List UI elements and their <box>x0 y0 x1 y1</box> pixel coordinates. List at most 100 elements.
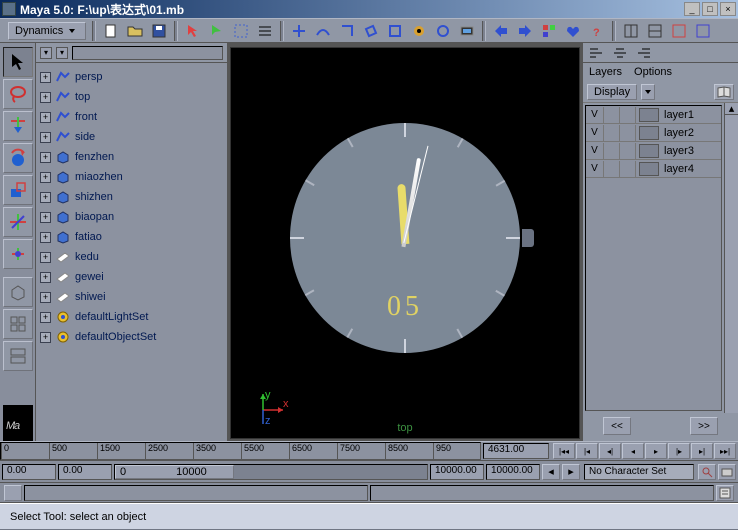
expand-icon[interactable]: + <box>40 172 51 183</box>
layer-type-toggle[interactable] <box>604 107 620 123</box>
history-icon[interactable] <box>410 22 428 40</box>
view-four-button[interactable] <box>3 309 33 339</box>
display-dropdown-arrow[interactable] <box>641 84 655 100</box>
outliner-item[interactable]: +kedu <box>38 247 225 267</box>
viewport[interactable]: 05 x y z top <box>230 47 580 439</box>
expand-icon[interactable]: + <box>40 232 51 243</box>
maximize-button[interactable]: □ <box>702 2 718 16</box>
heart-icon[interactable] <box>564 22 582 40</box>
lasso-tool[interactable] <box>3 79 33 109</box>
expand-icon[interactable]: + <box>40 92 51 103</box>
outliner-item-label[interactable]: defaultObjectSet <box>75 331 156 343</box>
panel-prev-button[interactable]: << <box>603 417 631 435</box>
outliner-item-label[interactable]: front <box>75 111 97 123</box>
outliner-item[interactable]: + shizhen <box>38 187 225 207</box>
step-forward-button[interactable]: ▸| <box>691 443 713 459</box>
outliner-item[interactable]: +biaopan <box>38 207 225 227</box>
anim-end-field[interactable]: 10000.00 <box>486 464 540 480</box>
save-scene-icon[interactable] <box>150 22 168 40</box>
select-by-type-icon[interactable] <box>208 22 226 40</box>
view-single-button[interactable] <box>3 277 33 307</box>
step-back-button[interactable]: |◂ <box>576 443 598 459</box>
layer-visibility-toggle[interactable]: V <box>586 107 604 123</box>
expand-icon[interactable]: + <box>40 192 51 203</box>
outliner-item-label[interactable]: biaopan <box>75 211 114 223</box>
close-button[interactable]: × <box>720 2 736 16</box>
outliner-item-label[interactable]: side <box>75 131 95 143</box>
layer-scrollbar[interactable]: ▴ <box>724 103 738 413</box>
expand-icon[interactable]: + <box>40 252 51 263</box>
outliner-tree[interactable]: +persp+top+front+side+fenzhen+miaozhen+s… <box>36 63 227 441</box>
question-icon[interactable]: ? <box>588 22 606 40</box>
layer-ref-toggle[interactable] <box>620 125 636 141</box>
outliner-filter-icon[interactable]: ▾ <box>40 47 52 59</box>
layer-visibility-toggle[interactable]: V <box>586 143 604 159</box>
layer-type-toggle[interactable] <box>604 125 620 141</box>
outliner-item[interactable]: +fenzhen <box>38 147 225 167</box>
minimize-button[interactable]: _ <box>684 2 700 16</box>
layer-visibility-toggle[interactable]: V <box>586 125 604 141</box>
outliner-item-label[interactable]: fatiao <box>75 231 102 243</box>
outliner-item-label[interactable]: gewei <box>75 271 104 283</box>
key-forward-button[interactable]: |▸ <box>668 443 690 459</box>
layer-row[interactable]: Vlayer1 <box>586 106 721 124</box>
open-scene-icon[interactable] <box>126 22 144 40</box>
layer-color-swatch[interactable] <box>639 162 659 176</box>
outliner-item[interactable]: + front <box>38 107 225 127</box>
snap-curve-icon[interactable] <box>314 22 332 40</box>
select-mask-icon[interactable] <box>232 22 250 40</box>
snap-plane-icon[interactable] <box>362 22 380 40</box>
outliner-item-label[interactable]: shizhen <box>75 191 113 203</box>
layer-visibility-toggle[interactable]: V <box>586 161 604 177</box>
align-left-icon[interactable] <box>587 44 605 62</box>
layer-name-label[interactable]: layer1 <box>662 109 721 121</box>
range-next-button[interactable]: ▸ <box>562 464 580 480</box>
play-forward-button[interactable]: ▸ <box>645 443 667 459</box>
script-editor-button[interactable] <box>716 485 734 501</box>
character-set-field[interactable]: No Character Set <box>584 464 694 480</box>
outliner-item[interactable]: +shiwei <box>38 287 225 307</box>
select-by-type-icon[interactable] <box>184 22 202 40</box>
autokey-button[interactable] <box>698 464 716 480</box>
layer-ref-toggle[interactable] <box>620 107 636 123</box>
layer-ref-toggle[interactable] <box>620 143 636 159</box>
scale-tool[interactable] <box>3 175 33 205</box>
layer-type-toggle[interactable] <box>604 161 620 177</box>
current-time-field[interactable]: 4631.00 <box>483 443 549 459</box>
layout-icon[interactable] <box>670 22 688 40</box>
outliner-item[interactable]: +side <box>38 127 225 147</box>
range-slider[interactable]: 0 10000 <box>114 464 428 480</box>
outliner-item-label[interactable]: top <box>75 91 90 103</box>
go-start-button[interactable]: |◂◂ <box>553 443 575 459</box>
layer-color-swatch[interactable] <box>639 144 659 158</box>
rotate-tool[interactable] <box>3 143 33 173</box>
expand-icon[interactable]: + <box>40 112 51 123</box>
layer-color-swatch[interactable] <box>639 126 659 140</box>
options-menu[interactable]: Options <box>634 66 672 78</box>
menu-mode-dropdown[interactable]: Dynamics <box>8 22 86 40</box>
go-end-button[interactable]: ▸▸| <box>714 443 736 459</box>
layout-icon[interactable] <box>646 22 664 40</box>
new-layer-button[interactable] <box>714 84 734 100</box>
expand-icon[interactable]: + <box>40 292 51 303</box>
range-handle[interactable]: 0 10000 <box>115 465 234 479</box>
outliner-item[interactable]: + defaultObjectSet <box>38 327 225 347</box>
panel-next-button[interactable]: >> <box>690 417 718 435</box>
outputs-icon[interactable] <box>516 22 534 40</box>
outliner-item-label[interactable]: miaozhen <box>75 171 123 183</box>
align-right-icon[interactable] <box>635 44 653 62</box>
prefs-button[interactable] <box>718 464 736 480</box>
new-scene-icon[interactable] <box>102 22 120 40</box>
view-layout-button[interactable] <box>3 341 33 371</box>
outliner-item-label[interactable]: fenzhen <box>75 151 114 163</box>
layout-icon[interactable] <box>622 22 640 40</box>
layer-row[interactable]: Vlayer3 <box>586 142 721 160</box>
layout-icon[interactable] <box>694 22 712 40</box>
inputs-icon[interactable] <box>492 22 510 40</box>
expand-icon[interactable]: + <box>40 332 51 343</box>
outliner-item[interactable]: +defaultLightSet <box>38 307 225 327</box>
anim-start-field[interactable]: 0.00 <box>2 464 56 480</box>
mel-toggle-button[interactable] <box>4 485 22 501</box>
snap-point-icon[interactable] <box>338 22 356 40</box>
align-center-icon[interactable] <box>611 44 629 62</box>
